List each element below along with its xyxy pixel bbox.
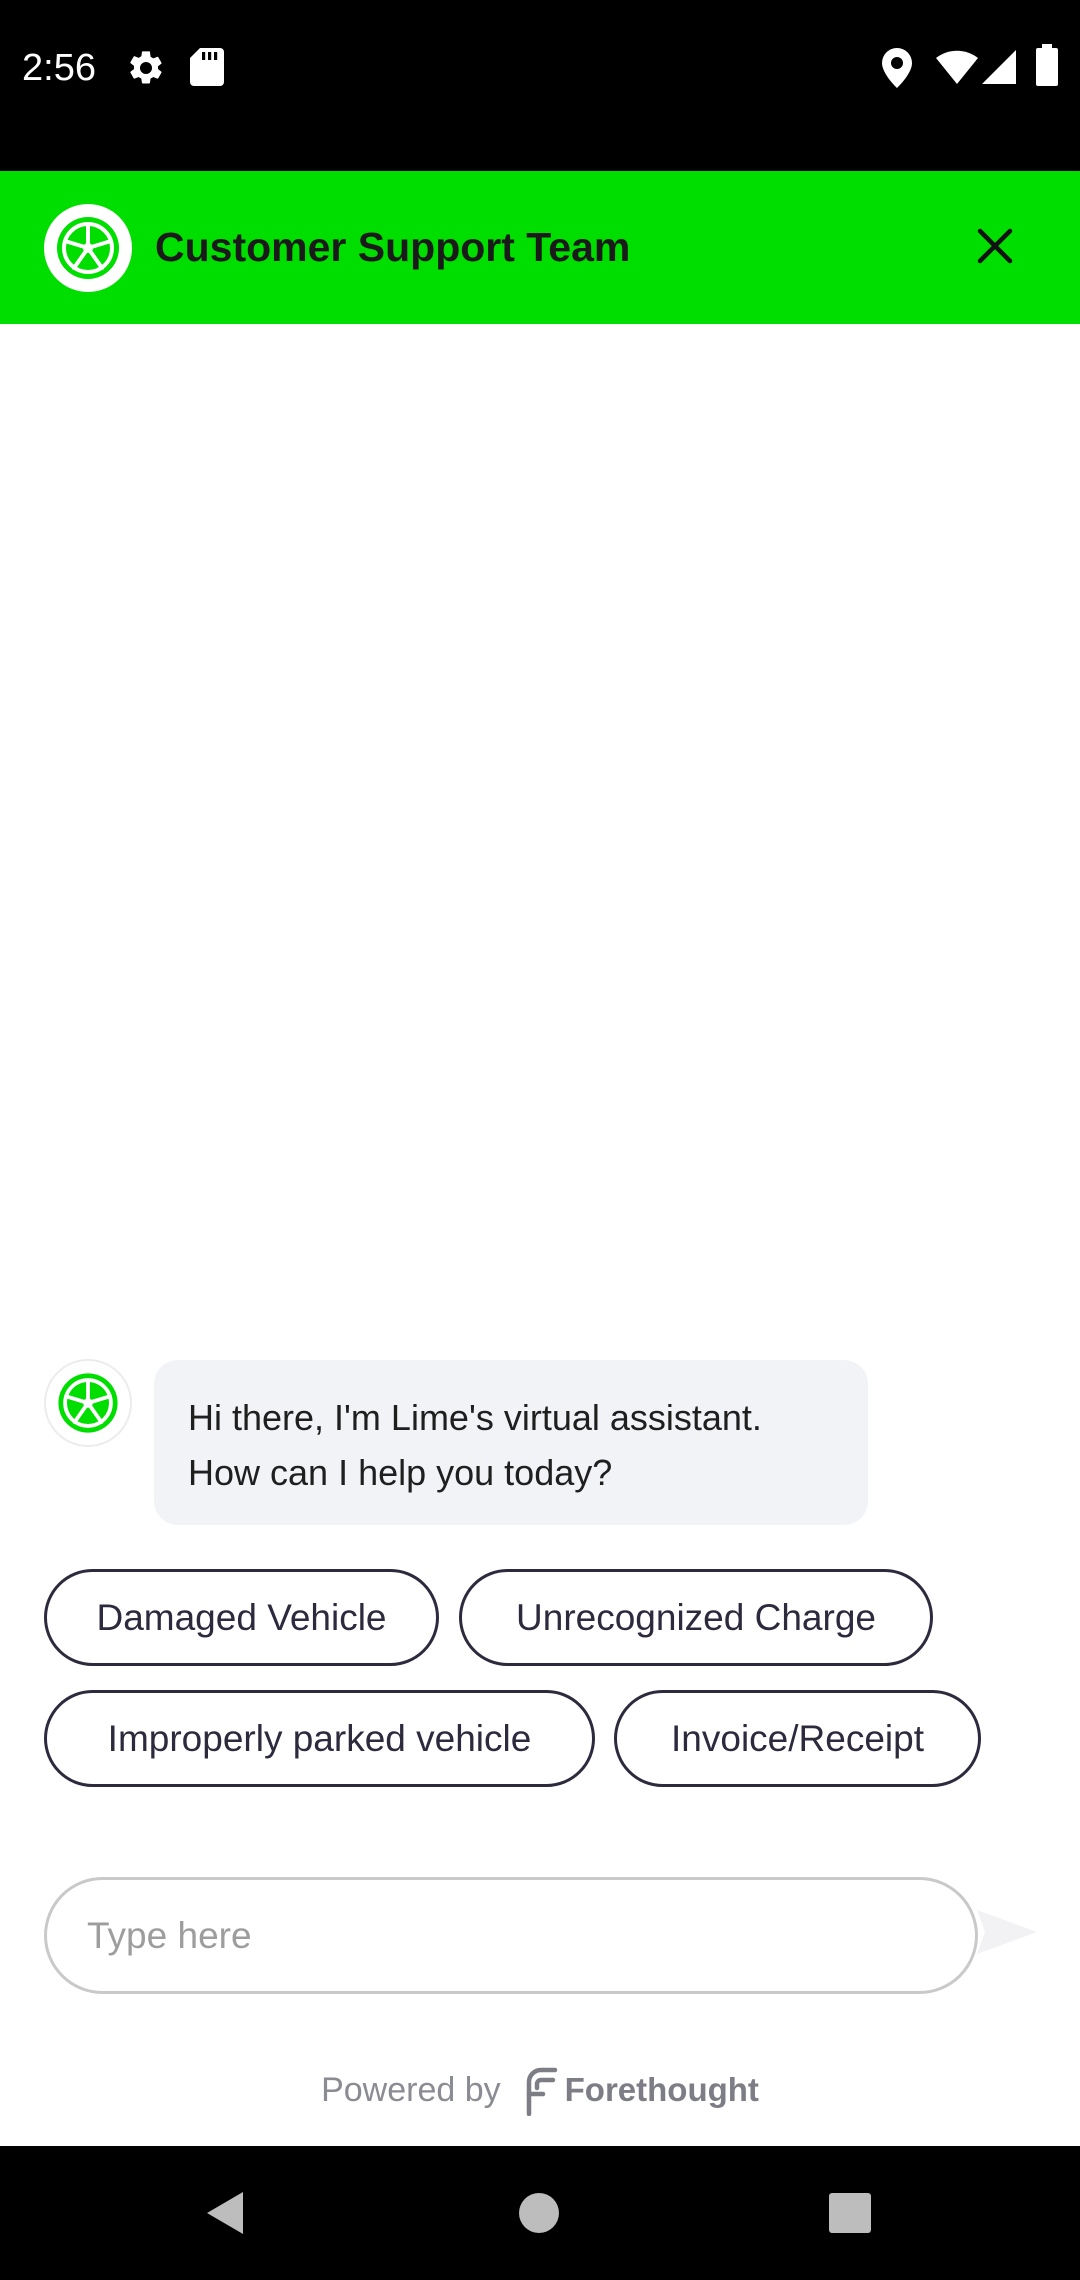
status-time: 2:56	[22, 47, 96, 89]
bot-message-line: How can I help you today?	[188, 1452, 613, 1493]
location-icon	[882, 48, 912, 88]
close-button[interactable]	[960, 211, 1030, 281]
home-icon[interactable]	[519, 2193, 559, 2233]
chat-header: Customer Support Team	[0, 171, 1080, 324]
bot-message-line: Hi there, I'm Lime's virtual assistant.	[188, 1397, 762, 1438]
forethought-brand: Forethought	[564, 2071, 759, 2108]
powered-by: Powered by Forethought	[0, 2060, 1080, 2120]
chat-transcript	[0, 324, 1080, 2146]
powered-by-text: Powered by	[321, 2070, 501, 2109]
quick-reply-damaged-vehicle[interactable]: Damaged Vehicle	[44, 1569, 439, 1666]
bot-avatar	[44, 1359, 132, 1447]
message-input[interactable]	[44, 1877, 978, 1994]
status-bar: 2:56	[0, 0, 1080, 171]
system-nav-bar	[0, 2146, 1080, 2280]
send-icon	[977, 1910, 1037, 1954]
back-icon[interactable]	[205, 2190, 245, 2236]
battery-icon	[1036, 44, 1058, 86]
wifi-icon	[936, 50, 978, 84]
quick-reply-invoice-receipt[interactable]: Invoice/Receipt	[614, 1690, 981, 1787]
lime-logo-icon	[57, 217, 119, 279]
header-avatar	[44, 204, 132, 292]
signal-icon	[982, 50, 1016, 84]
close-icon	[977, 228, 1013, 264]
bot-message-bubble: Hi there, I'm Lime's virtual assistant. …	[154, 1360, 868, 1525]
lime-logo-icon	[58, 1373, 118, 1433]
gear-icon	[130, 51, 162, 84]
recents-icon[interactable]	[829, 2193, 871, 2233]
header-title: Customer Support Team	[155, 224, 631, 270]
sd-card-icon	[190, 48, 224, 86]
forethought-logo-icon	[526, 2067, 557, 2116]
quick-reply-unrecognized-charge[interactable]: Unrecognized Charge	[459, 1569, 933, 1666]
quick-reply-improperly-parked-vehicle[interactable]: Improperly parked vehicle	[44, 1690, 595, 1787]
send-button[interactable]	[975, 1900, 1040, 1965]
